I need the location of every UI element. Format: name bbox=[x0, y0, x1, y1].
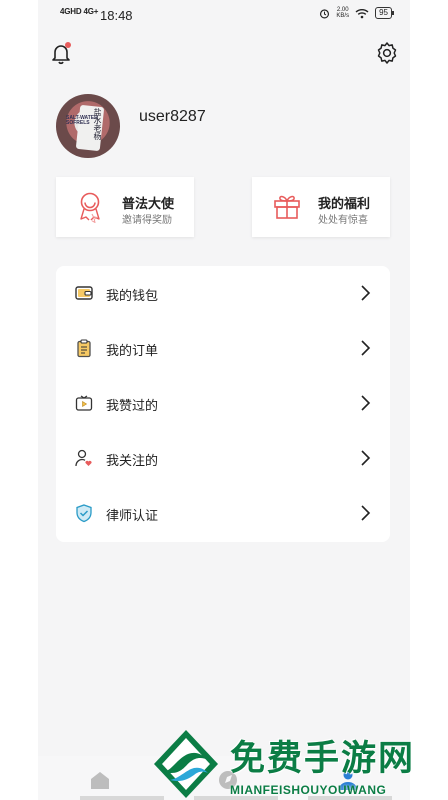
username[interactable]: user8287 bbox=[139, 108, 206, 126]
menu-item-wallet[interactable]: 我的钱包 bbox=[56, 266, 390, 321]
wallet-icon bbox=[75, 286, 93, 300]
clipboard-icon bbox=[77, 339, 91, 358]
status-bar: 4GHD 4G+ 18:48 2.00 KB/s 95 bbox=[38, 0, 410, 30]
card-ambassador[interactable]: 普法大使 邀请得奖励 bbox=[56, 177, 194, 237]
speed-unit: KB/s bbox=[336, 13, 350, 19]
status-time: 18:48 bbox=[100, 8, 133, 23]
menu-item-label: 律师认证 bbox=[106, 508, 159, 523]
menu-item-liked[interactable]: 我赞过的 bbox=[56, 376, 390, 431]
gear-icon[interactable] bbox=[374, 40, 400, 66]
signal-label-2: 4G+ bbox=[83, 7, 99, 16]
wifi-icon bbox=[355, 8, 369, 18]
card-title: 我的福利 bbox=[318, 196, 371, 211]
card-subtitle: 邀请得奖励 bbox=[122, 215, 172, 226]
battery-indicator: 95 bbox=[375, 7, 394, 19]
menu-item-following[interactable]: 我关注的 bbox=[56, 431, 390, 486]
card-subtitle: 处处有惊喜 bbox=[318, 215, 368, 226]
video-like-icon bbox=[75, 395, 93, 411]
bell-icon[interactable] bbox=[48, 40, 74, 66]
card-welfare[interactable]: 我的福利 处处有惊喜 bbox=[252, 177, 390, 237]
badge-icon bbox=[80, 192, 100, 223]
menu-item-label: 我的钱包 bbox=[106, 288, 159, 303]
signal-indicator: 4GHD 4G+ bbox=[60, 7, 98, 16]
avatar[interactable]: SALT-WATER SOFRELS 盐水老杨 bbox=[56, 94, 120, 158]
status-right: 2.00 KB/s 95 bbox=[319, 7, 394, 19]
watermark-logo-icon bbox=[154, 730, 218, 798]
chevron-right-icon bbox=[361, 395, 371, 411]
network-speed: 2.00 KB/s bbox=[336, 7, 349, 19]
watermark: 免费手游网 MIANFEISHOUYOUWANG bbox=[0, 720, 448, 800]
chevron-right-icon bbox=[361, 340, 371, 356]
card-title: 普法大使 bbox=[122, 196, 175, 211]
watermark-en-text: MIANFEISHOUYOUWANG bbox=[230, 783, 387, 797]
phone-screen: 4GHD 4G+ 18:48 2.00 KB/s 95 SALT-WATER S… bbox=[38, 0, 410, 800]
signal-label-1: 4GHD bbox=[60, 7, 82, 16]
watermark-cn-text: 免费手游网 bbox=[230, 739, 416, 778]
chevron-right-icon bbox=[361, 505, 371, 521]
alarm-icon bbox=[320, 8, 330, 18]
menu-item-label: 我赞过的 bbox=[106, 398, 159, 413]
user-heart-icon bbox=[75, 449, 92, 467]
avatar-bottle-cjk: 盐水老杨 bbox=[93, 108, 102, 140]
shield-check-icon bbox=[76, 504, 92, 523]
chevron-right-icon bbox=[361, 450, 371, 466]
menu-item-lawyer-cert[interactable]: 律师认证 bbox=[56, 486, 390, 541]
gift-icon bbox=[274, 195, 300, 219]
menu-item-label: 我关注的 bbox=[106, 453, 159, 468]
menu-item-orders[interactable]: 我的订单 bbox=[56, 321, 390, 376]
chevron-right-icon bbox=[361, 285, 371, 301]
menu-list: 我的钱包 我的订单 我赞过的 我关注的 律师认证 bbox=[56, 266, 390, 542]
menu-item-label: 我的订单 bbox=[106, 343, 159, 358]
